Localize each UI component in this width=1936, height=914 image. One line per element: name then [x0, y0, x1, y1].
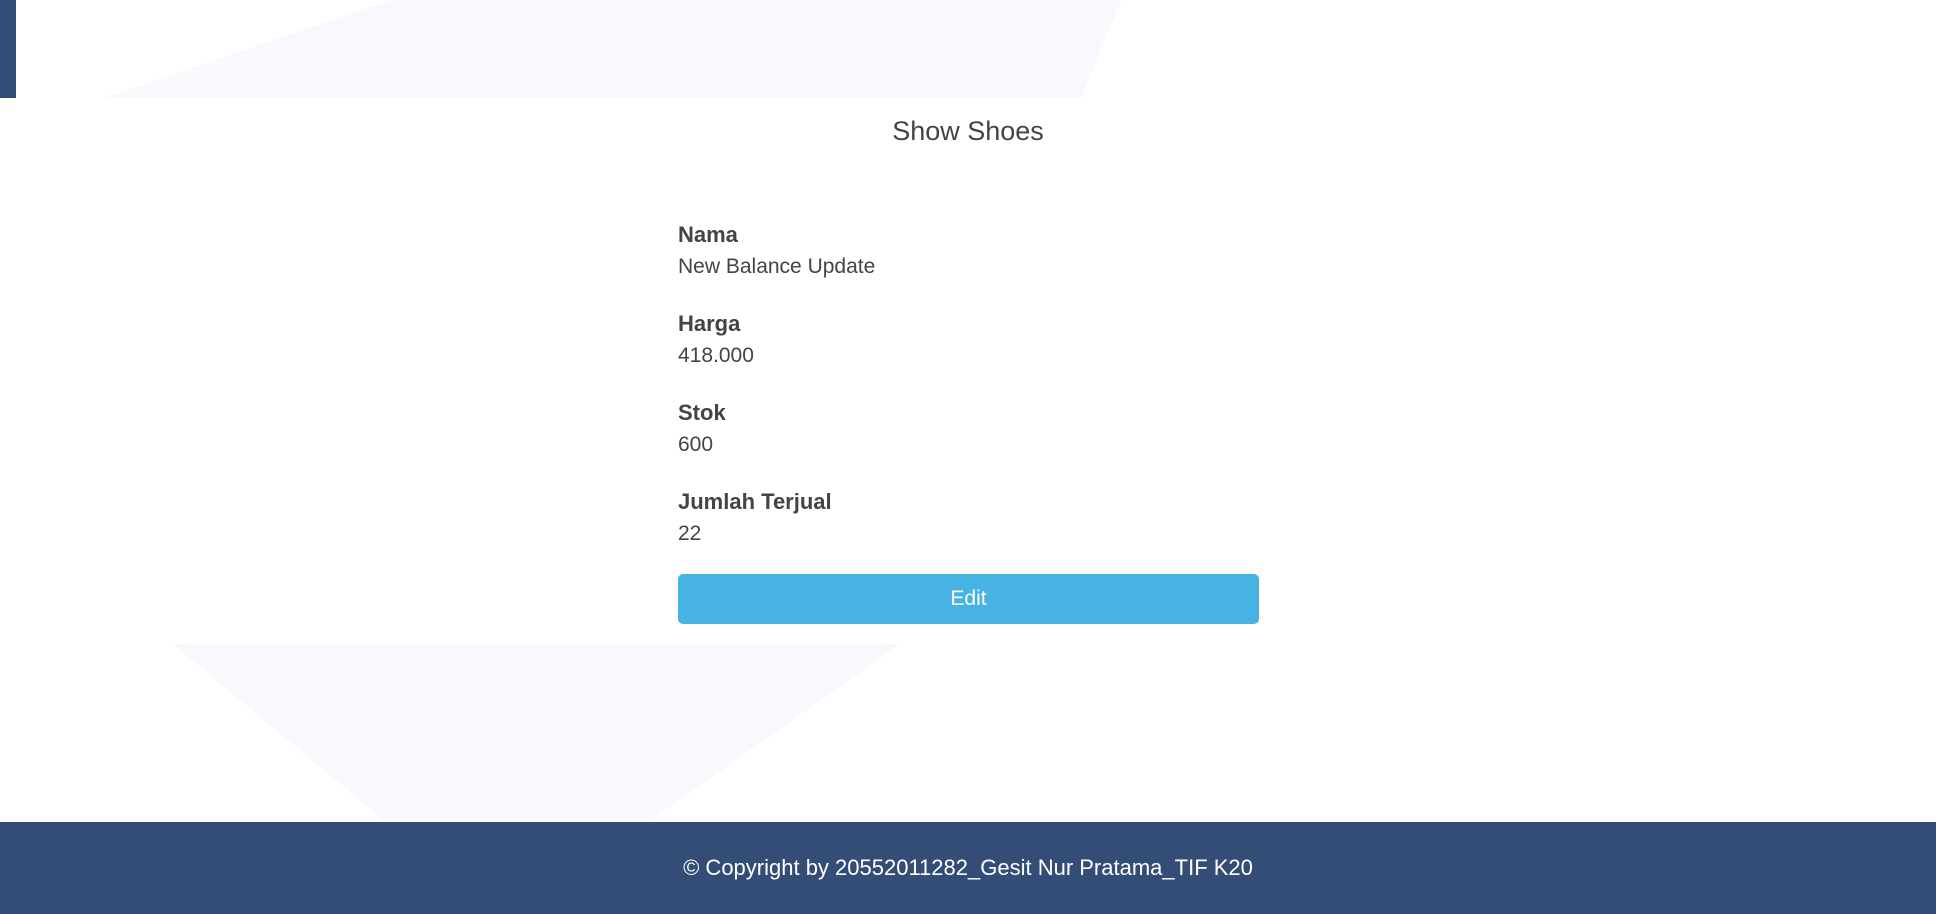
header-accent-bar	[0, 0, 16, 98]
field-label-nama: Nama	[678, 222, 738, 247]
footer-copyright: © Copyright by 20552011282_Gesit Nur Pra…	[683, 855, 1253, 880]
field-jumlah-terjual: Jumlah Terjual 22	[678, 488, 1259, 577]
field-label-stok: Stok	[678, 400, 726, 425]
field-harga: Harga 418.000	[678, 310, 1259, 399]
background-shape-bottom	[172, 644, 900, 819]
field-nama: Nama New Balance Update	[678, 221, 1259, 310]
field-value-harga: 418.000	[678, 344, 754, 367]
field-value-nama: New Balance Update	[678, 255, 876, 278]
page-title: Show Shoes	[892, 116, 1044, 146]
edit-button[interactable]: Edit	[678, 574, 1259, 624]
field-label-harga: Harga	[678, 311, 741, 336]
field-stok: Stok 600	[678, 399, 1259, 488]
field-label-jumlah-terjual: Jumlah Terjual	[678, 489, 832, 514]
background-shape-top	[103, 0, 1122, 98]
field-value-stok: 600	[678, 433, 714, 456]
field-value-jumlah-terjual: 22	[678, 522, 702, 545]
shoe-detail-card: Nama New Balance Update Harga 418.000 St…	[678, 221, 1259, 624]
footer: © Copyright by 20552011282_Gesit Nur Pra…	[0, 822, 1936, 914]
